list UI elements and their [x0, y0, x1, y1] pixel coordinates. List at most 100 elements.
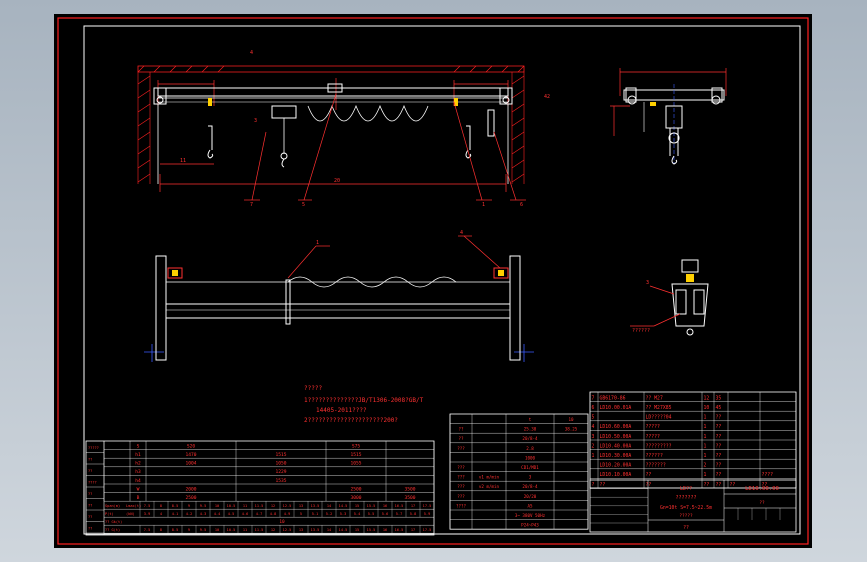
end-beam-right	[509, 255, 521, 361]
callout-6: 6	[520, 202, 523, 208]
spec-left-label: ????	[88, 481, 97, 485]
spec-left-label: ??	[88, 515, 92, 519]
bom-cell: 3	[592, 434, 595, 440]
end-beam-left	[155, 255, 167, 361]
spec-row-value: 15	[355, 504, 359, 508]
spec-row-value: 5	[300, 512, 302, 516]
param-cell: CD1/MD1	[521, 465, 539, 470]
spec-row-value: 16.5	[395, 504, 404, 508]
sheet-label: ??	[759, 500, 765, 506]
spec-row-value: 13	[299, 528, 303, 532]
spec-left-label: ??	[88, 504, 92, 508]
param-cell: 1000	[525, 455, 536, 460]
bom-cell: ?????	[646, 424, 661, 430]
spec-row-sub: Lmax(t)	[126, 504, 141, 508]
bom-cell: ??	[716, 453, 722, 459]
bom-cell: 1	[704, 415, 707, 421]
bom-cell: ??	[716, 434, 722, 440]
bom-cell: ????	[762, 472, 774, 478]
spec-cell: 3500	[404, 486, 415, 492]
spec-row-value: 11.5	[255, 528, 264, 532]
spec-cell: 2000	[185, 486, 196, 492]
spec-row-value: 4.1	[172, 512, 179, 516]
spec-row-value: 5.4	[354, 512, 361, 516]
param-table: t 10?? 25.30 38.25?? 20/8-4??? 2.8 1000??? CD1/…	[449, 413, 589, 530]
spec-row-value: 5.3	[340, 512, 347, 516]
bom-cell: 6	[592, 405, 595, 411]
param-cell: ??	[458, 436, 464, 441]
spec-cell: 1055	[350, 461, 361, 467]
bom-cell: ??	[716, 482, 722, 488]
spec-cell: B	[137, 495, 140, 501]
bom-cell: ?? M27X85	[646, 405, 672, 411]
spec-row-value: 10	[215, 528, 219, 532]
spec-cell: 2500	[185, 495, 196, 501]
spec-left-label: ??	[88, 492, 92, 496]
hatch-roof	[137, 65, 525, 73]
param-cell: 20/8-4	[522, 436, 538, 441]
spec-row-value: 11	[243, 504, 247, 508]
spec-row-value: 4.7	[256, 512, 263, 516]
param-cell: ??	[458, 427, 464, 432]
spec-row-value: 17	[411, 528, 415, 532]
spec-row-value: 8	[160, 528, 162, 532]
bom-cell: ??	[716, 472, 722, 478]
param-cell: P24~P43	[521, 523, 539, 528]
spec-left-label: ??	[88, 458, 92, 462]
spec-cell: 3000	[350, 495, 361, 501]
spec-row-value: 5.6	[382, 512, 389, 516]
spec-row-value: 15.5	[367, 528, 376, 532]
cad-viewport[interactable]: 7 5 6 1 4 20 11 42 3 1 4 3 ?????? ????? …	[0, 0, 867, 562]
spec-row-value: 12.5	[283, 504, 292, 508]
drawing-canvas: 7 5 6 1 4 20 11 42 3 1 4 3 ?????? ????? …	[57, 17, 809, 545]
spec-cell: h3	[135, 469, 141, 475]
bom-cell: ??	[646, 472, 652, 478]
spec-row-value: 10	[215, 504, 219, 508]
spec-cell: 1515	[350, 452, 361, 458]
hoist-trolley	[271, 105, 297, 119]
bom-cell: 10	[704, 405, 710, 411]
spec-row-value: 5.1	[312, 512, 319, 516]
spec-row-value: 9.5	[200, 504, 207, 508]
param-cell: 3	[529, 475, 532, 480]
dim-small: 3	[254, 118, 257, 124]
festoon-cable	[307, 104, 429, 122]
spec-row-value: 8.5	[172, 528, 179, 532]
spec-row-value: 9	[188, 528, 190, 532]
spec-left-label: ??	[88, 469, 92, 473]
drawing-sheet: 7 5 6 1 4 20 11 42 3 1 4 3 ?????? ????? …	[54, 14, 812, 548]
spec-row-value: 14.5	[339, 504, 348, 508]
spec-row-value: 9.5	[200, 528, 207, 532]
front-elevation: 7 5 6 1 4 20 11 42 3	[137, 50, 550, 208]
spec-row-value: 14	[327, 528, 331, 532]
bom-cell: LD10.30.00A	[600, 453, 632, 459]
spec-row-label: P(t)	[105, 512, 114, 516]
dim-right: 42	[544, 94, 550, 100]
spec-row-value: 15	[355, 528, 359, 532]
bom-table: 7 GB6170-86?? M27 12 356 LD10.00.01A?? M27X8…	[589, 391, 797, 489]
spec-row-value: 4.3	[200, 512, 207, 516]
bom-cell: ??????	[646, 453, 663, 459]
param-cell: ???	[457, 494, 465, 499]
bom-cell: 35	[716, 395, 722, 401]
spec-cell: 3500	[404, 495, 415, 501]
spec-row-sub: (kN)	[126, 512, 135, 516]
param-cell: ????	[456, 503, 467, 508]
notes-title: ?????	[304, 385, 322, 392]
spec-cell: 1050	[275, 461, 286, 467]
bom-cell: ??	[716, 424, 722, 430]
param-cell: ???	[457, 446, 465, 451]
spec-row-value: 9	[188, 504, 190, 508]
spec-row-label: Span(m)	[105, 504, 120, 508]
notes-line3: 2?????????????????????200?	[304, 417, 398, 424]
param-cell: t	[529, 417, 532, 422]
spec-cell: h2	[135, 461, 141, 467]
callout-detail-3: 3	[646, 280, 649, 286]
callout-1: 1	[482, 202, 485, 208]
param-cell: 25.30	[524, 427, 537, 432]
spec-cell: S20	[187, 443, 196, 449]
param-cell: 10	[568, 417, 574, 422]
spec-row-value: 7.5	[144, 504, 151, 508]
company-name: ??	[683, 525, 689, 531]
spec-row-value: 5.8	[410, 512, 417, 516]
